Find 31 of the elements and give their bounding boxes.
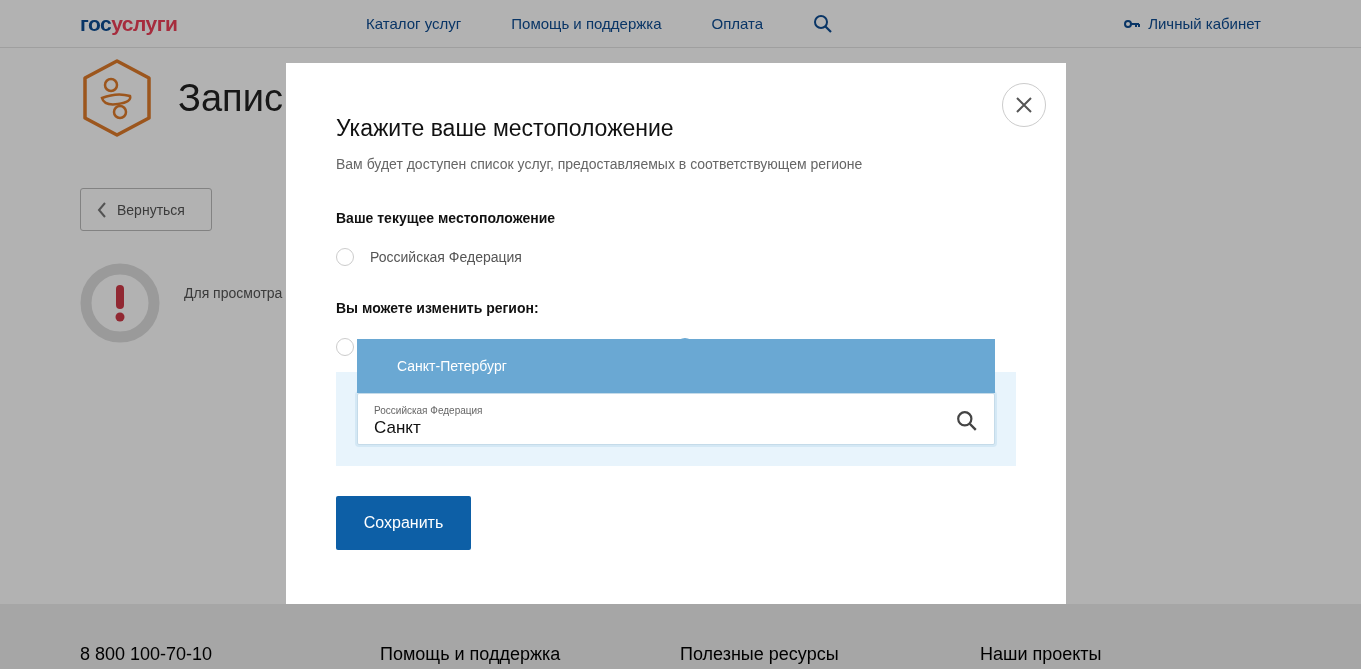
notice-text: Для просмотра — [184, 285, 283, 301]
radio-button[interactable] — [336, 338, 354, 356]
close-icon — [1015, 96, 1033, 114]
key-icon — [1124, 18, 1141, 29]
chevron-left-icon — [97, 201, 107, 218]
dialog-title: Укажите ваше местоположение — [336, 115, 675, 142]
nav-link[interactable]: Помощь и поддержка — [511, 15, 662, 32]
radio-button[interactable] — [336, 248, 354, 266]
back-button[interactable]: Вернуться — [80, 188, 212, 231]
dialog-subtitle: Вам будет доступен список услуг, предоставляемых в соответствующем регионе — [336, 156, 864, 172]
footer-heading: Помощь и поддержка — [380, 644, 562, 665]
page-title: Запис — [178, 76, 283, 120]
alert-icon — [80, 263, 160, 343]
nav-link[interactable]: Оплата — [711, 15, 764, 32]
field-value: Санкт — [374, 417, 422, 438]
save-button[interactable]: Сохранить — [336, 496, 471, 550]
nav-link[interactable]: Каталог услуг — [366, 15, 462, 32]
footer-heading: Наши проекты — [980, 644, 1103, 665]
region-search-field[interactable]: Российская Федерация Санкт — [357, 393, 995, 445]
account-link[interactable]: Личный кабинет — [1124, 15, 1261, 32]
close-button[interactable] — [1002, 83, 1046, 127]
search-icon[interactable] — [813, 13, 834, 34]
search-icon[interactable] — [956, 410, 978, 432]
pacifier-icon — [80, 58, 154, 138]
logo[interactable]: госуслуги — [80, 11, 366, 36]
footer-heading: Полезные ресурсы — [680, 644, 840, 665]
section-label: Вы можете изменить регион: — [336, 300, 540, 316]
phone-number: 8 800 100-70-10 — [80, 644, 214, 665]
field-label: Российская Федерация — [374, 404, 484, 416]
radio-label: Российская Федерация — [370, 249, 522, 265]
section-label: Ваше текущее местоположение — [336, 210, 557, 226]
